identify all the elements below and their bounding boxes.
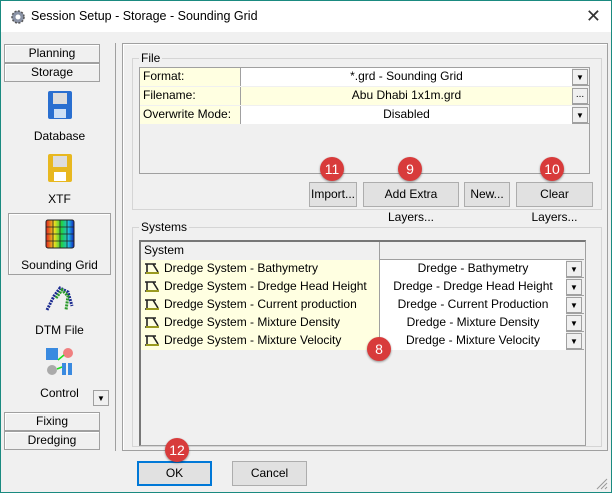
chevron-down-icon[interactable]: ▼ [566,279,582,295]
format-label: Format: [140,68,241,86]
overwrite-row: Overwrite Mode: Disabled ▼ [140,106,589,124]
dredge-system-icon [145,335,159,346]
system-name: Dredge System - Current production [164,297,357,311]
floppy-blue-icon [47,91,72,119]
resize-grip-icon[interactable] [595,477,609,491]
file-group-label: File [139,51,163,65]
system-name: Dredge System - Mixture Density [164,315,341,329]
system-mapping-select[interactable]: Dredge - Bathymetry [380,260,566,278]
clear-layers-button[interactable]: Clear Layers... [516,182,593,224]
nav-tab-dredging[interactable]: Dredging [4,431,100,450]
floppy-yellow-icon [47,154,72,182]
browse-button[interactable]: ... [572,88,588,104]
callout-badge-ok: 12 [165,438,189,462]
system-name-cell: Dredge System - Mixture Velocity [141,332,380,350]
system-name-cell: Dredge System - Mixture Density [141,314,380,332]
chevron-down-icon[interactable]: ▼ [566,333,582,349]
system-row: Dredge System - Bathymetry Dredge - Bath… [141,260,584,278]
format-select[interactable]: *.grd - Sounding Grid [241,68,572,86]
nav-item-label: Database [33,129,86,143]
system-name-cell: Dredge System - Dredge Head Height [141,278,380,296]
filename-input[interactable]: Abu Dhabi 1x1m.grd [241,87,572,105]
system-row: Dredge System - Mixture Density Dredge -… [141,314,584,332]
dtm-file-icon [45,286,73,311]
ok-button[interactable]: OK [137,461,212,486]
dredge-system-icon [145,317,159,328]
nav-item-label: DTM File [35,323,84,337]
chevron-down-icon[interactable]: ▼ [572,107,588,123]
chevron-down-icon[interactable]: ▼ [566,297,582,313]
session-setup-window: Session Setup - Storage - Sounding Grid … [0,0,612,493]
window-title: Session Setup - Storage - Sounding Grid [31,9,258,23]
systems-group-label: Systems [139,220,190,234]
chevron-down-icon[interactable]: ▼ [572,69,588,85]
control-icon [45,348,73,375]
system-name-cell: Dredge System - Current production [141,296,380,314]
system-mapping-select[interactable]: Dredge - Mixture Velocity [380,332,566,350]
nav-item-label: Sounding Grid [21,258,98,272]
system-row: Dredge System - Current production Dredg… [141,296,584,314]
format-row: Format: *.grd - Sounding Grid ▼ [140,68,589,86]
callout-badge-add-layers: 9 [398,157,422,181]
close-button[interactable]: ✕ [586,6,601,27]
sounding-grid-icon [45,219,74,249]
nav-scroll-down-button[interactable]: ▼ [93,390,109,406]
system-name: Dredge System - Mixture Velocity [164,333,342,347]
dredge-system-icon [145,299,159,310]
systems-grid: System Dredge System - Bathymetry Dredge… [139,240,586,446]
callout-badge-clear-layers: 10 [540,157,564,181]
overwrite-label: Overwrite Mode: [140,106,241,124]
callout-badge-systems: 8 [367,337,391,361]
nav-tab-fixing[interactable]: Fixing [4,412,100,431]
chevron-down-icon[interactable]: ▼ [566,315,582,331]
system-column-header: System [141,242,380,260]
chevron-down-icon[interactable]: ▼ [566,261,582,277]
filename-label: Filename: [140,87,241,105]
nav-item-dtm-file[interactable]: DTM File [8,284,111,337]
cancel-button[interactable]: Cancel [232,461,307,486]
add-extra-layers-button[interactable]: Add Extra Layers... [363,182,459,224]
overwrite-select[interactable]: Disabled [241,106,572,124]
nav-item-xtf[interactable]: XTF [8,153,111,206]
dredge-system-icon [145,281,159,292]
import-button[interactable]: Import... [309,182,357,207]
system-row: Dredge System - Dredge Head Height Dredg… [141,278,584,296]
filename-row: Filename: Abu Dhabi 1x1m.grd ... [140,87,589,105]
system-name: Dredge System - Dredge Head Height [164,279,367,293]
new-button[interactable]: New... [464,182,510,207]
nav-tab-planning[interactable]: Planning [4,44,100,63]
title-bar: Session Setup - Storage - Sounding Grid … [1,1,611,32]
nav-item-label: XTF [48,192,71,206]
file-properties-grid: Format: *.grd - Sounding Grid ▼ Filename… [139,67,590,174]
nav-item-database[interactable]: Database [8,90,111,143]
callout-badge-import: 11 [320,157,344,181]
system-mapping-select[interactable]: Dredge - Mixture Density [380,314,566,332]
system-mapping-select[interactable]: Dredge - Current Production [380,296,566,314]
nav-item-sounding-grid[interactable]: Sounding Grid [8,213,111,275]
system-name-cell: Dredge System - Bathymetry [141,260,380,278]
dredge-system-icon [145,263,159,274]
gear-icon [11,10,25,24]
nav-tab-storage[interactable]: Storage [4,63,100,82]
system-row: Dredge System - Mixture Velocity Dredge … [141,332,584,350]
system-mapping-select[interactable]: Dredge - Dredge Head Height [380,278,566,296]
system-name: Dredge System - Bathymetry [164,261,319,275]
systems-header: System [141,242,584,260]
